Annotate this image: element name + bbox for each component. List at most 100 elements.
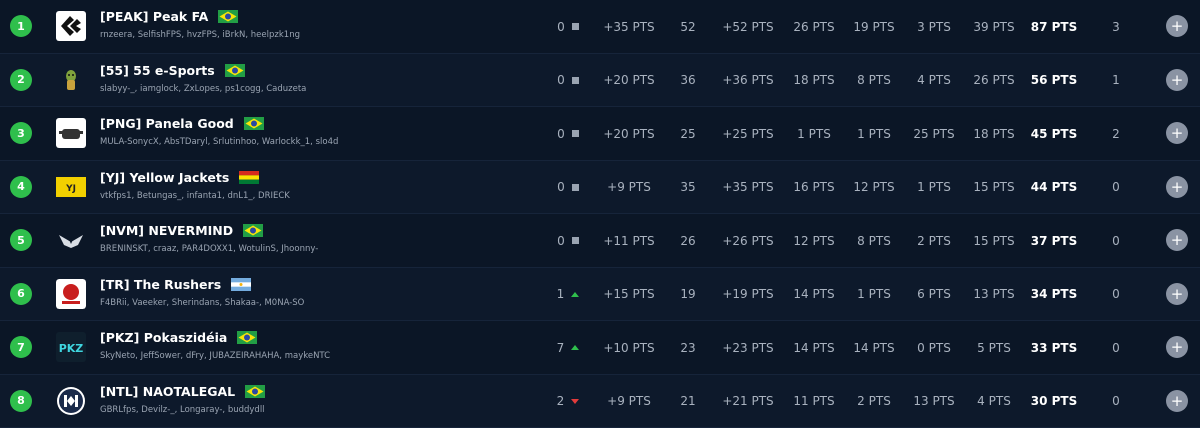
total-points: 45 PTS	[1030, 126, 1078, 141]
position-change: 0	[548, 54, 588, 107]
stat-cell-4: 12 PTS	[793, 233, 835, 248]
team-row[interactable]: 2 [55] 55 e-Sports slabyy-_, iamglock, Z…	[0, 53, 1200, 107]
total-points: 87 PTS	[1030, 19, 1078, 34]
team-row[interactable]: 7 PKZ [PKZ] Pokaszidéia SkyNeto, JeffSow…	[0, 321, 1200, 375]
position-change-value: 2	[556, 394, 565, 408]
expand-button[interactable]: +	[1166, 389, 1188, 412]
trend-same-icon	[571, 23, 579, 30]
team-players: BRENINSKT, craaz, PAR4DOXX1, WotulinS, J…	[100, 244, 319, 254]
stat-cell-2: 36	[680, 73, 696, 87]
total-points: 33 PTS	[1030, 340, 1078, 355]
team-row[interactable]: 1 [PEAK] Peak FA rnzeera, SelfishFPS, hv…	[0, 0, 1200, 54]
stat-cell-2: 23	[680, 340, 696, 355]
stat-cell-3: +21 PTS	[722, 394, 774, 408]
stat-cell-1: +9 PTS	[607, 394, 651, 408]
stat-cell-3: +26 PTS	[722, 233, 774, 248]
position-change: 0	[548, 0, 588, 53]
position-badge: 2	[10, 68, 32, 91]
brazil-flag-icon	[243, 117, 264, 130]
position-change-value: 0	[557, 180, 565, 194]
argentina-flag-icon	[231, 277, 252, 291]
stat-cell-5: 2 PTS	[857, 394, 891, 408]
position-badge: 3	[10, 122, 32, 144]
stat-cell-3: +36 PTS	[722, 73, 774, 87]
stat-cell-6: 0 PTS	[917, 340, 951, 355]
stat-cell-7: 26 PTS	[973, 73, 1015, 87]
expand-button[interactable]: +	[1166, 229, 1188, 251]
stat-cell-6: 25 PTS	[913, 126, 955, 141]
team-row[interactable]: 6 [TR] The Rushers F4BRii, Vaeeker, Sher…	[0, 267, 1200, 321]
stat-cell-1: +35 PTS	[603, 19, 655, 34]
team-name[interactable]: [PKZ] Pokaszidéia	[100, 330, 258, 345]
bolivia-flag-icon	[239, 170, 260, 184]
trend-same-icon	[571, 237, 579, 244]
team-name[interactable]: [YJ] Yellow Jackets	[100, 169, 260, 185]
stat-cell-7: 4 PTS	[977, 394, 1011, 408]
stat-cell-5: 1 PTS	[857, 287, 891, 301]
the-rushers-logo-icon	[56, 278, 86, 309]
position-change-value: 0	[557, 126, 565, 141]
team-players: rnzeera, SelfishFPS, hvzFPS, iBrkN, heel…	[100, 30, 300, 40]
team-name-label: [PEAK] Peak FA	[100, 9, 209, 24]
team-name[interactable]: [NVM] NEVERMIND	[100, 223, 264, 238]
stat-cell-7: 13 PTS	[973, 287, 1015, 301]
team-name[interactable]: [PEAK] Peak FA	[100, 9, 239, 24]
stat-cell-2: 35	[680, 180, 696, 194]
team-name-label: [YJ] Yellow Jackets	[100, 169, 230, 185]
stat-cell-4: 1 PTS	[797, 126, 831, 141]
team-name[interactable]: [55] 55 e-Sports	[100, 63, 245, 78]
stat-cell-3: +25 PTS	[722, 126, 774, 141]
stat-cell-9: 2	[1112, 126, 1120, 141]
stat-cell-2: 19	[680, 287, 696, 301]
stat-cell-4: 18 PTS	[793, 73, 835, 87]
stat-cell-7: 5 PTS	[977, 340, 1011, 355]
position-change: 2	[548, 375, 588, 428]
position-change: 0	[548, 214, 588, 267]
position-change-value: 0	[557, 73, 565, 87]
expand-button[interactable]: +	[1166, 68, 1188, 91]
team-row[interactable]: 3 [PNG] Panela Good MULA-SonycX, AbsTDar…	[0, 107, 1200, 161]
team-name[interactable]: [TR] The Rushers	[100, 277, 252, 292]
team-row[interactable]: 5 [NVM] NEVERMIND BRENINSKT, craaz, PAR4…	[0, 214, 1200, 268]
brazil-flag-icon	[218, 10, 239, 23]
peak-logo-icon	[56, 11, 86, 41]
team-name-label: [55] 55 e-Sports	[100, 62, 215, 78]
team-name-label: [NTL] NAOTALEGAL	[100, 383, 236, 399]
team-players: SkyNeto, JeffSower, dFry, JUBAZEIRAHAHA,…	[100, 351, 331, 361]
stat-cell-7: 15 PTS	[973, 180, 1015, 194]
panela-good-logo-icon	[56, 118, 86, 148]
expand-button[interactable]: +	[1166, 15, 1188, 37]
stat-cell-3: +52 PTS	[722, 19, 774, 34]
position-change: 0	[548, 107, 588, 160]
stat-cell-1: +10 PTS	[603, 340, 655, 355]
position-change: 1	[548, 268, 588, 321]
team-row[interactable]: 8 [NTL] NAOTALEGAL GBRLfps, Devilz-_, Lo…	[0, 374, 1200, 428]
stat-cell-3: +19 PTS	[722, 287, 774, 301]
trend-same-icon	[571, 183, 579, 191]
brazil-flag-icon	[237, 331, 258, 344]
stat-cell-6: 1 PTS	[917, 180, 951, 194]
team-name[interactable]: [NTL] NAOTALEGAL	[100, 383, 266, 399]
stat-cell-2: 52	[680, 19, 696, 34]
team-name[interactable]: [PNG] Panela Good	[100, 116, 264, 131]
stat-cell-5: 1 PTS	[857, 126, 891, 141]
total-points: 34 PTS	[1030, 287, 1078, 301]
position-badge: 8	[10, 389, 32, 412]
trend-up-icon	[571, 291, 580, 297]
nevermind-logo-icon	[56, 225, 86, 255]
expand-button[interactable]: +	[1166, 175, 1188, 198]
stat-cell-4: 26 PTS	[793, 19, 835, 34]
stat-cell-4: 16 PTS	[793, 180, 835, 194]
trend-same-icon	[571, 130, 579, 137]
stat-cell-6: 2 PTS	[917, 233, 951, 248]
expand-button[interactable]: +	[1166, 122, 1188, 144]
stat-cell-7: 18 PTS	[973, 126, 1015, 141]
expand-button[interactable]: +	[1166, 282, 1188, 305]
team-row[interactable]: 4 YJ [YJ] Yellow Jackets vtkfps1, Betung…	[0, 160, 1200, 214]
stat-cell-1: +20 PTS	[603, 126, 655, 141]
position-change-value: 0	[557, 233, 565, 248]
stat-cell-4: 14 PTS	[793, 340, 835, 355]
stat-cell-9: 0	[1112, 394, 1120, 408]
expand-button[interactable]: +	[1166, 336, 1188, 358]
yellow-jackets-logo-icon: YJ	[56, 172, 86, 202]
